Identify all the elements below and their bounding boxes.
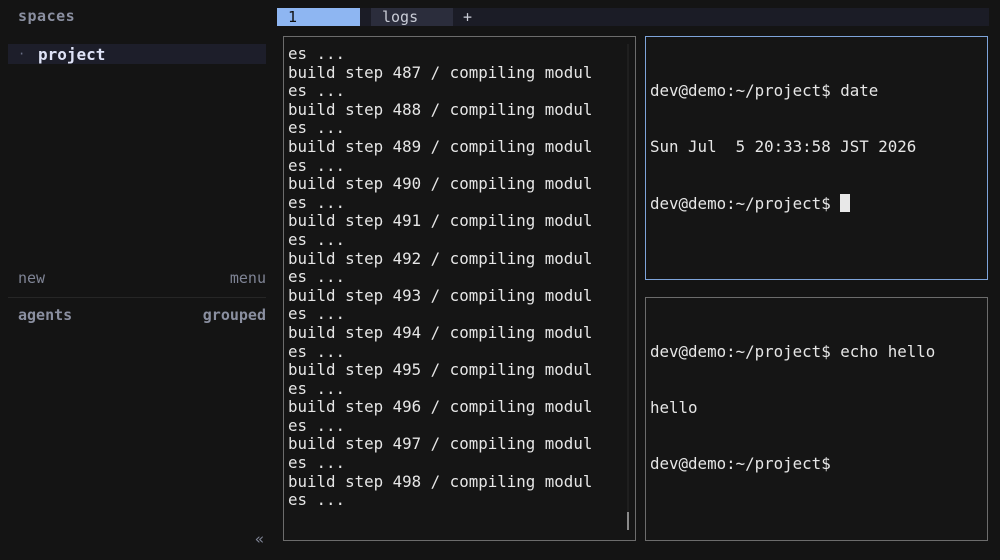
tab-bar: 1 logs + <box>277 8 989 26</box>
sidebar-actions-row: new menu <box>18 269 266 287</box>
scrollbar-track[interactable] <box>627 44 629 530</box>
terminal-line: es ... <box>288 155 346 175</box>
terminal-line: build step 493 / compiling modul <box>288 285 593 305</box>
terminal-line: build step 496 / compiling modul <box>288 397 593 417</box>
scrollbar-thumb[interactable] <box>627 512 629 530</box>
terminal-output: dev@demo:~/project$ echo hello hello dev… <box>650 306 935 511</box>
app-window: spaces · project new menu agents grouped… <box>0 0 1000 560</box>
collapse-sidebar-icon[interactable]: « <box>255 530 264 548</box>
terminal-line: es ... <box>288 44 346 63</box>
terminal-line: build step 488 / compiling modul <box>288 99 593 119</box>
terminal-line: es ... <box>288 267 346 287</box>
terminal-line: hello <box>650 397 698 417</box>
terminal-line: es ... <box>288 229 346 249</box>
agents-heading: agents <box>18 306 73 324</box>
terminal-pane-top-right[interactable]: dev@demo:~/project$ date Sun Jul 5 20:33… <box>645 36 988 280</box>
terminal-line: build step 494 / compiling modul <box>288 322 593 342</box>
terminal-line: dev@demo:~/project$ date <box>650 81 879 101</box>
terminal-line: dev@demo:~/project$ <box>650 453 831 473</box>
terminal-line: es ... <box>288 415 346 435</box>
terminal-line: es ... <box>288 341 346 361</box>
sidebar-divider <box>8 297 266 298</box>
bullet-icon: · <box>18 47 26 61</box>
terminal-line: es ... <box>288 378 346 398</box>
tab-logs[interactable]: logs <box>371 8 453 26</box>
terminal-line: build step 495 / compiling modul <box>288 360 593 380</box>
terminal-output: es ... build step 487 / compiling modul es… <box>288 44 593 510</box>
space-item-project[interactable]: · project <box>8 44 266 64</box>
terminal-output: dev@demo:~/project$ date Sun Jul 5 20:33… <box>650 45 916 250</box>
terminal-line: es ... <box>288 453 346 473</box>
sidebar: spaces · project new menu agents grouped… <box>0 0 272 560</box>
text-cursor <box>840 193 851 212</box>
add-tab-button[interactable]: + <box>463 8 472 26</box>
terminal-line: Sun Jul 5 20:33:58 JST 2026 <box>650 136 917 156</box>
grouped-toggle[interactable]: grouped <box>203 306 266 324</box>
terminal-line: es ... <box>288 304 346 324</box>
spaces-heading: spaces <box>18 7 76 25</box>
terminal-line: build step 497 / compiling modul <box>288 434 593 454</box>
terminal-line: build step 487 / compiling modul <box>288 62 593 82</box>
new-button[interactable]: new <box>18 269 45 287</box>
terminal-line: build step 489 / compiling modul <box>288 136 593 156</box>
terminal-pane-bottom-right[interactable]: dev@demo:~/project$ echo hello hello dev… <box>645 297 988 541</box>
terminal-line: dev@demo:~/project$ echo hello <box>650 342 936 362</box>
terminal-line: build step 490 / compiling modul <box>288 174 593 194</box>
terminal-line: es ... <box>288 192 346 212</box>
terminal-line: es ... <box>288 490 346 510</box>
terminal-line: build step 498 / compiling modul <box>288 471 593 491</box>
terminal-line: build step 492 / compiling modul <box>288 248 593 268</box>
terminal-prompt-line: dev@demo:~/project$ <box>650 193 916 213</box>
terminal-pane-left[interactable]: es ... build step 487 / compiling modul es… <box>283 36 636 541</box>
terminal-line: es ... <box>288 81 346 101</box>
menu-button[interactable]: menu <box>230 269 266 287</box>
terminal-line: build step 491 / compiling modul <box>288 211 593 231</box>
terminal-line: es ... <box>288 118 346 138</box>
space-item-label: project <box>38 44 106 64</box>
agents-row: agents grouped <box>18 306 266 324</box>
tab-1[interactable]: 1 <box>277 8 360 26</box>
terminal-prompt: dev@demo:~/project$ <box>650 193 841 213</box>
